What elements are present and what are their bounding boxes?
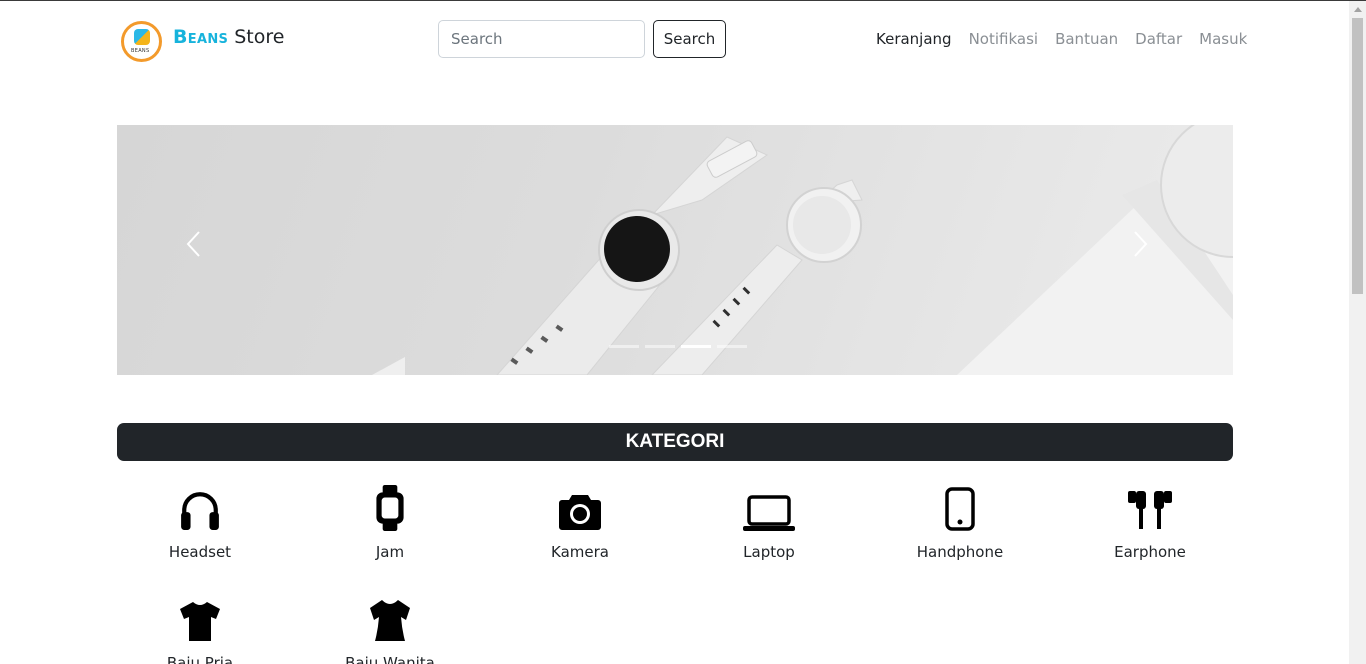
scrollbar-thumb[interactable] [1352,18,1363,294]
carousel-indicator-1[interactable] [609,345,639,348]
nav-links: Keranjang Notifikasi Bantuan Daftar Masu… [876,30,1264,48]
logo-b-icon [134,29,150,45]
chevron-left-icon [186,231,200,257]
nav-daftar[interactable]: Daftar [1135,30,1182,48]
category-kamera[interactable]: Kamera [485,487,675,561]
brand-name-highlight: Beans [173,26,229,48]
carousel-indicator-2[interactable] [645,345,675,348]
tshirt-icon [180,602,220,641]
category-laptop[interactable]: Laptop [674,487,864,561]
hero-carousel [117,125,1233,375]
brand-name-rest: Store [234,26,285,48]
headphones-icon [181,492,219,530]
nav-bantuan[interactable]: Bantuan [1055,30,1118,48]
earbuds-icon [1128,491,1172,529]
page-scrollbar[interactable] [1349,1,1366,664]
category-baju-pria[interactable]: Baju Pria [105,598,295,664]
navbar: BEANS Beans Store Search Search Keranjan… [0,1,1349,79]
laptop-icon [743,495,795,531]
carousel-indicators [606,345,750,348]
category-label: Headset [168,543,232,561]
search-input[interactable]: Search [438,20,645,58]
category-handphone[interactable]: Handphone [865,487,1055,561]
category-label: Laptop [743,543,795,561]
brand-logo: BEANS [121,21,162,62]
category-label: Baju Pria [166,654,234,664]
category-headset[interactable]: Headset [105,487,295,561]
phone-icon [945,487,975,531]
nav-keranjang[interactable]: Keranjang [876,30,952,48]
carousel-prev-control[interactable] [185,230,215,270]
category-section-title: KATEGORI [117,423,1233,461]
carousel-indicator-4[interactable] [717,345,747,348]
smartwatch-icon [376,485,404,531]
category-earphone[interactable]: Earphone [1055,487,1245,561]
category-label: Baju Wanita [345,654,435,664]
carousel-next-control[interactable] [1133,230,1163,270]
carousel-slide-image [372,125,1233,375]
nav-masuk[interactable]: Masuk [1199,30,1247,48]
nav-notifikasi[interactable]: Notifikasi [969,30,1039,48]
category-label: Jam [375,543,405,561]
brand-name: Beans Store [173,26,284,48]
blouse-icon [370,600,410,641]
category-label: Kamera [551,543,609,561]
category-label: Earphone [1114,543,1186,561]
brand[interactable]: BEANS Beans Store [121,21,284,62]
category-jam[interactable]: Jam [295,485,485,561]
category-label: Handphone [916,543,1004,561]
scroll-up-arrow-icon[interactable] [1349,1,1366,18]
chevron-right-icon [1134,231,1148,257]
carousel-indicator-3[interactable] [681,345,711,348]
camera-icon [559,495,601,530]
category-baju-wanita[interactable]: Baju Wanita [295,598,485,664]
search-button[interactable]: Search [653,20,726,58]
logo-text: BEANS [131,48,150,54]
